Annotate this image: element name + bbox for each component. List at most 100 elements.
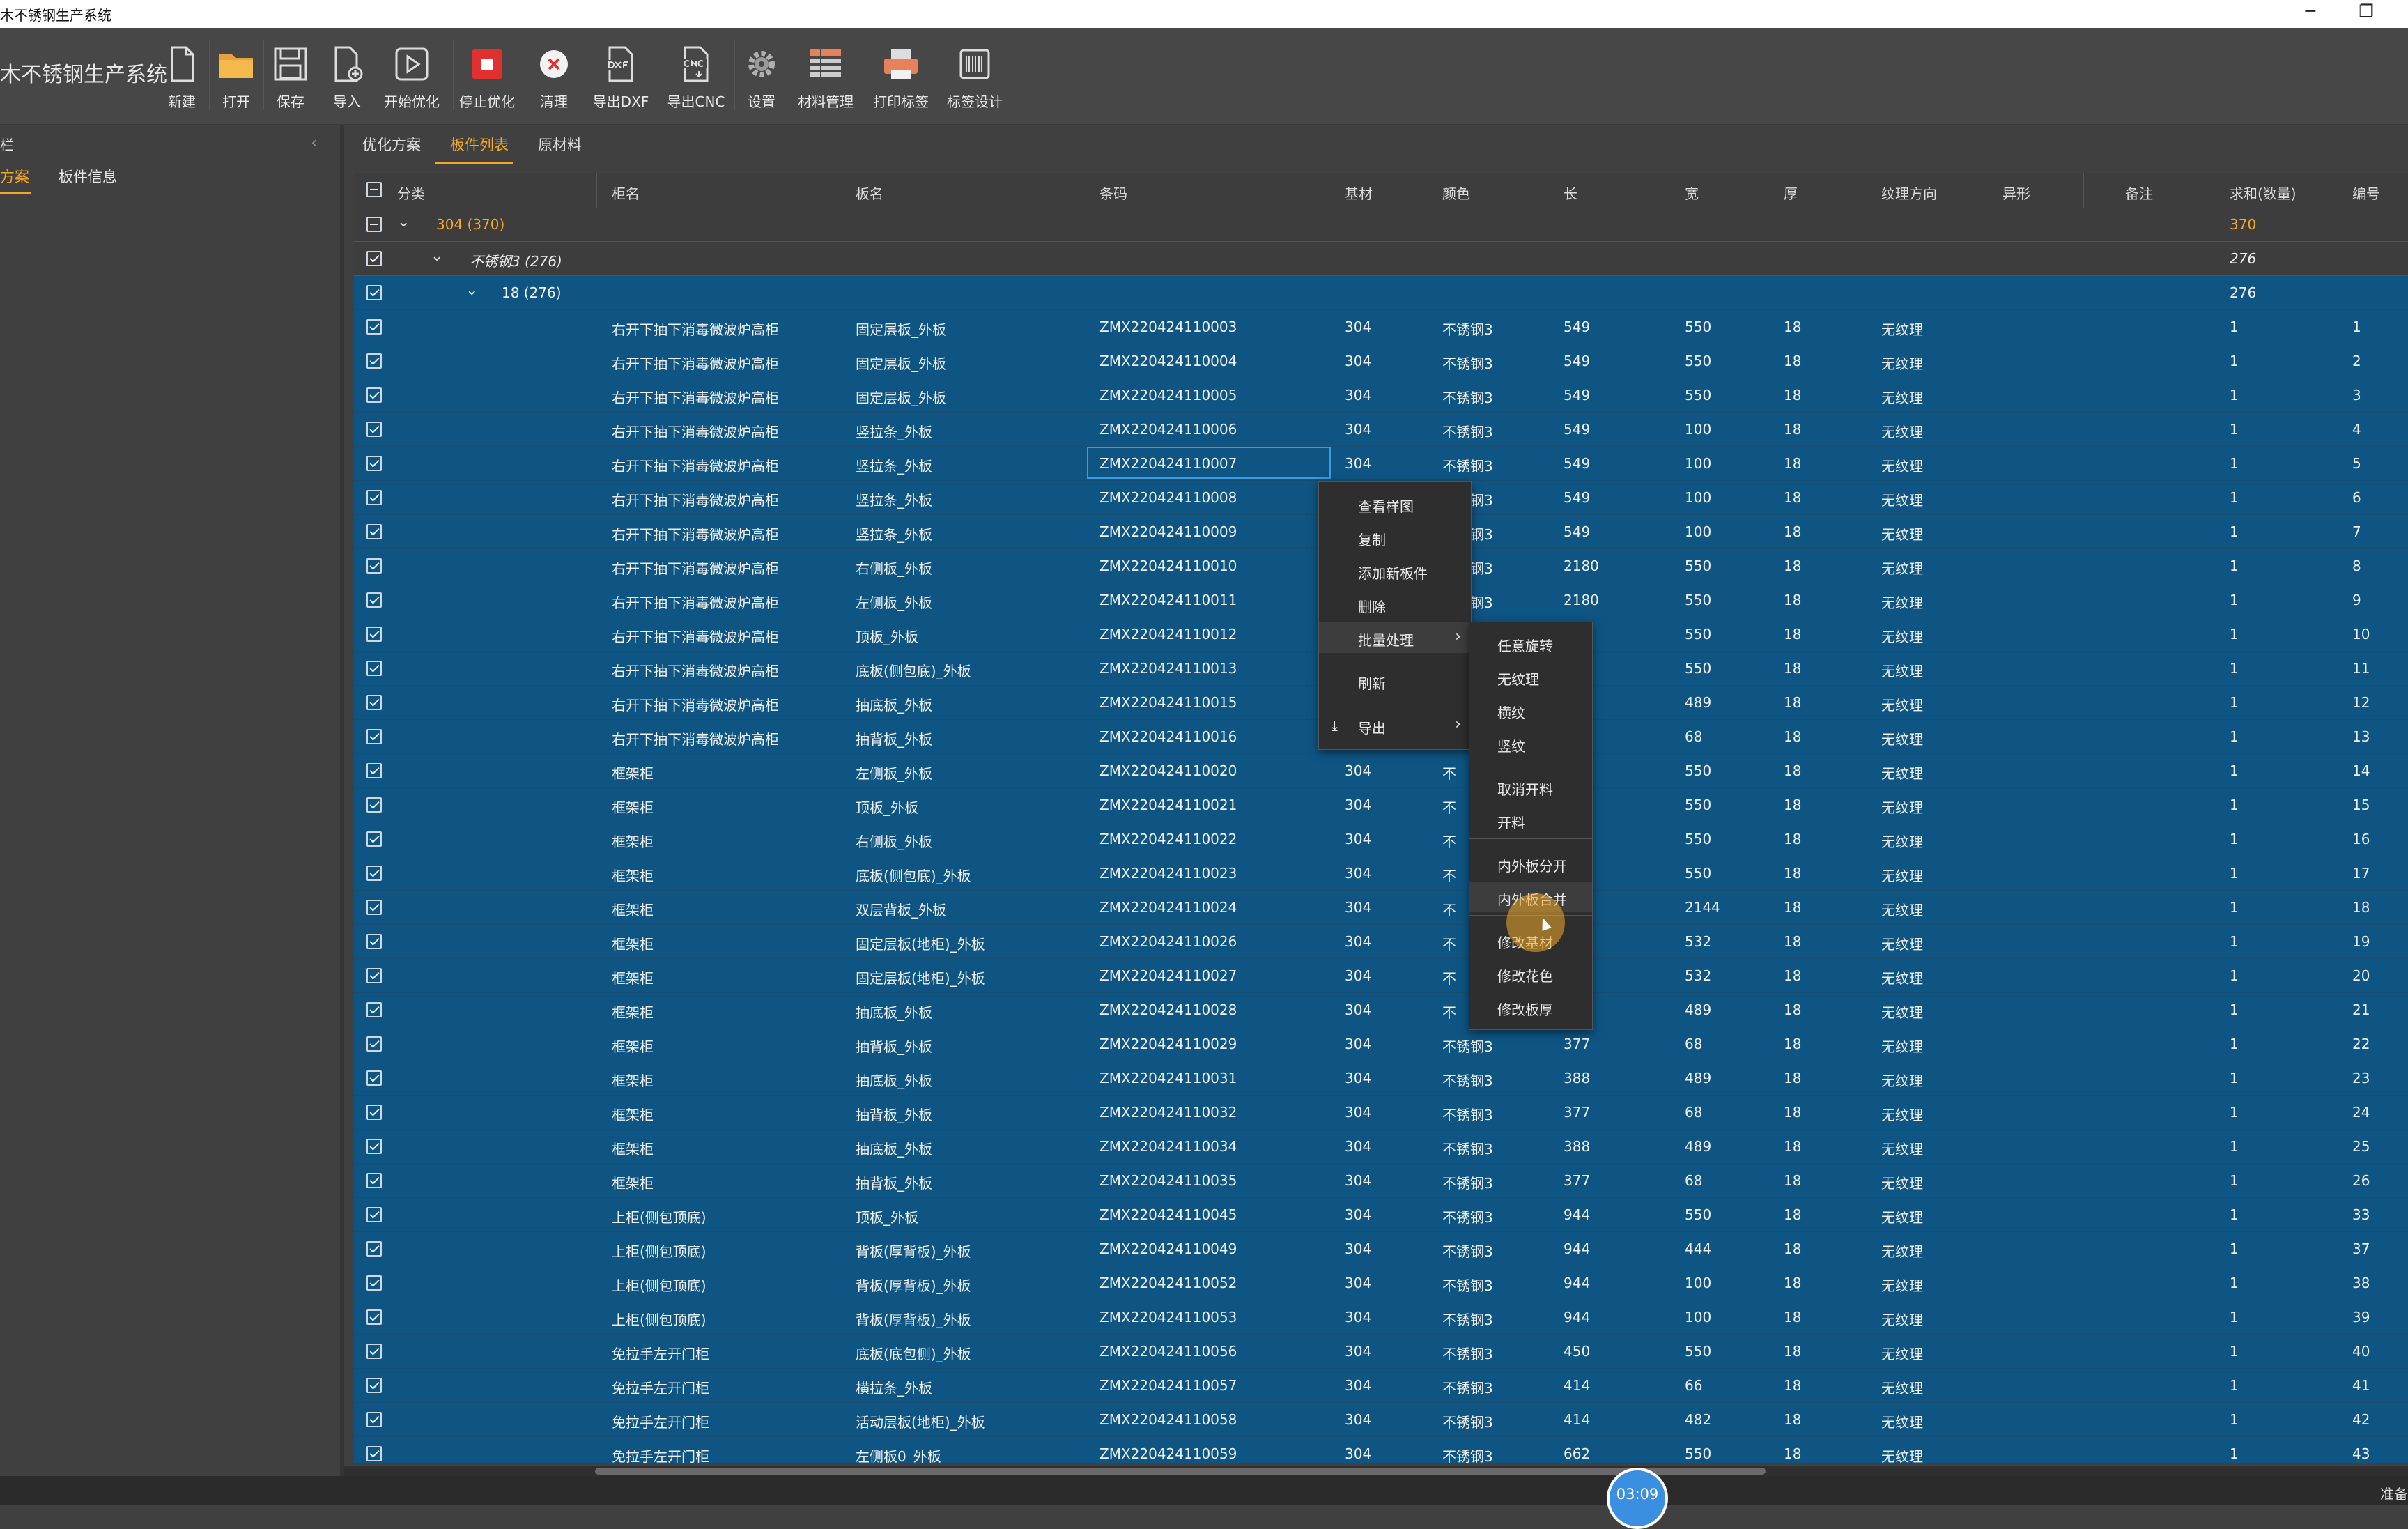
cell-grain[interactable]: 无纹理 <box>1881 558 1923 578</box>
row-checkbox[interactable] <box>366 422 382 437</box>
cell-thickness[interactable]: 18 <box>1784 1240 1801 1257</box>
cell-barcode[interactable]: ZMX220424110057 <box>1099 1377 1237 1394</box>
cell-number[interactable]: 3 <box>2352 387 2361 404</box>
header-shape[interactable]: 异形 <box>2002 183 2030 203</box>
cell-board[interactable]: 横拉条_外板 <box>856 1377 932 1397</box>
cell-number[interactable]: 23 <box>2352 1070 2370 1086</box>
row-checkbox[interactable] <box>366 1105 382 1120</box>
submenu-change-thickness[interactable]: 修改板厚 <box>1469 992 1592 1022</box>
cell-cabinet[interactable]: 右开下抽下消毒微波炉高柜 <box>612 694 779 714</box>
cell-base[interactable]: 304 <box>1345 1104 1371 1121</box>
cell-color[interactable]: 不 <box>1442 899 1456 919</box>
cell-cabinet[interactable]: 免拉手左开门柜 <box>612 1343 709 1363</box>
table-row[interactable]: 框架柜 抽背板_外板 ZMX220424110032 304 不锈钢3 377 68 18 无纹… <box>354 1096 2408 1130</box>
cell-width[interactable]: 100 <box>1685 489 1711 506</box>
cell-sum[interactable]: 1 <box>2230 592 2239 608</box>
cell-thickness[interactable]: 18 <box>1784 523 1801 540</box>
cell-sum[interactable]: 1 <box>2230 1206 2239 1223</box>
submenu-vertical-grain[interactable]: 竖纹 <box>1469 728 1592 759</box>
cell-grain[interactable]: 无纹理 <box>1881 489 1923 509</box>
cell-cabinet[interactable]: 右开下抽下消毒微波炉高柜 <box>612 660 779 680</box>
cell-barcode[interactable]: ZMX220424110053 <box>1099 1309 1237 1326</box>
cell-grain[interactable]: 无纹理 <box>1881 318 1923 339</box>
table-row[interactable]: 框架柜 固定层板(地柜)_外板 ZMX220424110027 304 不 532 18 无纹… <box>354 959 2408 993</box>
cell-base[interactable]: 304 <box>1345 318 1371 335</box>
cell-sum[interactable]: 1 <box>2230 762 2239 779</box>
cell-color[interactable]: 不锈钢3 <box>1442 1445 1493 1463</box>
cell-board[interactable]: 抽底板_外板 <box>856 1001 932 1022</box>
chevron-down-icon[interactable]: ⌄ <box>397 213 410 231</box>
row-checkbox[interactable] <box>366 524 382 539</box>
cell-width[interactable]: 550 <box>1685 762 1711 779</box>
cell-cabinet[interactable]: 右开下抽下消毒微波炉高柜 <box>612 558 779 578</box>
cell-thickness[interactable]: 18 <box>1784 1206 1801 1223</box>
row-checkbox[interactable] <box>366 490 382 505</box>
cell-barcode[interactable]: ZMX220424110052 <box>1099 1275 1237 1291</box>
table-row[interactable]: 框架柜 抽底板_外板 ZMX220424110034 304 不锈钢3 388 489 18 无… <box>354 1130 2408 1164</box>
cell-base[interactable]: 304 <box>1345 1309 1371 1326</box>
cell-cabinet[interactable]: 上柜(侧包顶底) <box>612 1309 707 1329</box>
cell-thickness[interactable]: 18 <box>1784 1104 1801 1121</box>
cell-cabinet[interactable]: 上柜(侧包顶底) <box>612 1206 707 1227</box>
cell-board[interactable]: 右侧板_外板 <box>856 831 932 851</box>
tab-optimize-plan[interactable]: 优化方案 <box>362 134 421 155</box>
cell-grain[interactable]: 无纹理 <box>1881 899 1923 919</box>
cell-barcode[interactable]: ZMX220424110023 <box>1099 865 1237 882</box>
stop-optimize-button[interactable]: 停止优化 <box>453 40 520 110</box>
cell-thickness[interactable]: 18 <box>1784 353 1801 369</box>
import-button[interactable]: 导入 <box>321 40 373 110</box>
cell-width[interactable]: 489 <box>1685 694 1711 711</box>
cell-thickness[interactable]: 18 <box>1784 1036 1801 1052</box>
cell-length[interactable]: 549 <box>1564 523 1590 540</box>
cell-length[interactable]: 549 <box>1564 353 1590 369</box>
cell-base[interactable]: 304 <box>1345 421 1371 438</box>
cell-barcode[interactable]: ZMX220424110010 <box>1099 558 1237 574</box>
cell-color[interactable]: 不锈钢3 <box>1442 1411 1493 1431</box>
cell-grain[interactable]: 无纹理 <box>1881 353 1923 373</box>
restore-button[interactable]: ❐ <box>2352 1 2380 21</box>
cell-base[interactable]: 304 <box>1345 353 1371 369</box>
row-checkbox[interactable] <box>366 1002 382 1017</box>
cell-number[interactable]: 43 <box>2352 1445 2370 1462</box>
cell-board[interactable]: 抽背板_外板 <box>856 1104 932 1124</box>
cell-sum[interactable]: 1 <box>2230 1172 2239 1189</box>
start-optimize-button[interactable]: 开始优化 <box>378 40 445 110</box>
cell-width[interactable]: 550 <box>1685 1343 1711 1360</box>
cell-board[interactable]: 底板(侧包底)_外板 <box>856 865 971 885</box>
group-row-color[interactable]: ⌄ 不锈钢3 (276) 276 <box>354 242 2408 276</box>
cell-thickness[interactable]: 18 <box>1784 489 1801 506</box>
cell-color[interactable]: 不锈钢3 <box>1442 1036 1493 1056</box>
cell-length[interactable]: 377 <box>1564 1172 1590 1189</box>
header-width[interactable]: 宽 <box>1685 183 1699 203</box>
cell-board[interactable]: 抽底板_外板 <box>856 1070 932 1090</box>
cell-grain[interactable]: 无纹理 <box>1881 1343 1923 1363</box>
cell-barcode[interactable]: ZMX220424110024 <box>1099 899 1237 916</box>
cell-thickness[interactable]: 18 <box>1784 899 1801 916</box>
cell-barcode[interactable]: ZMX220424110034 <box>1099 1138 1237 1155</box>
header-cabinet[interactable]: 柜名 <box>612 183 640 203</box>
cell-thickness[interactable]: 18 <box>1784 1445 1801 1462</box>
cell-board[interactable]: 左侧板0_外板 <box>856 1445 941 1463</box>
cell-barcode[interactable]: ZMX220424110013 <box>1099 660 1237 677</box>
cell-board[interactable]: 右侧板_外板 <box>856 558 932 578</box>
header-color[interactable]: 颜色 <box>1442 183 1470 203</box>
header-number[interactable]: 编号 <box>2352 183 2380 203</box>
table-row[interactable]: 框架柜 抽背板_外板 ZMX220424110035 304 不锈钢3 377 68 18 无纹… <box>354 1164 2408 1198</box>
cell-barcode[interactable]: ZMX220424110045 <box>1099 1206 1237 1223</box>
cell-thickness[interactable]: 18 <box>1784 1138 1801 1155</box>
tab-board-list[interactable]: 板件列表 <box>450 134 509 155</box>
cell-number[interactable]: 8 <box>2352 558 2361 574</box>
cell-cabinet[interactable]: 框架柜 <box>612 1104 654 1124</box>
row-checkbox[interactable] <box>366 729 382 744</box>
cell-sum[interactable]: 1 <box>2230 1411 2239 1428</box>
cell-length[interactable]: 944 <box>1564 1309 1590 1326</box>
cell-sum[interactable]: 1 <box>2230 933 2239 950</box>
cell-width[interactable]: 68 <box>1685 1104 1702 1121</box>
cell-thickness[interactable]: 18 <box>1784 558 1801 574</box>
cell-grain[interactable]: 无纹理 <box>1881 592 1923 612</box>
cell-board[interactable]: 背板(厚背板)_外板 <box>856 1309 971 1329</box>
cell-barcode[interactable]: ZMX220424110020 <box>1099 762 1237 779</box>
table-row[interactable]: 右开下抽下消毒微波炉高柜 固定层板_外板 ZMX220424110003 304 不锈钢… <box>354 310 2408 344</box>
cell-grain[interactable]: 无纹理 <box>1881 1445 1923 1463</box>
cell-board[interactable]: 左侧板_外板 <box>856 592 932 612</box>
